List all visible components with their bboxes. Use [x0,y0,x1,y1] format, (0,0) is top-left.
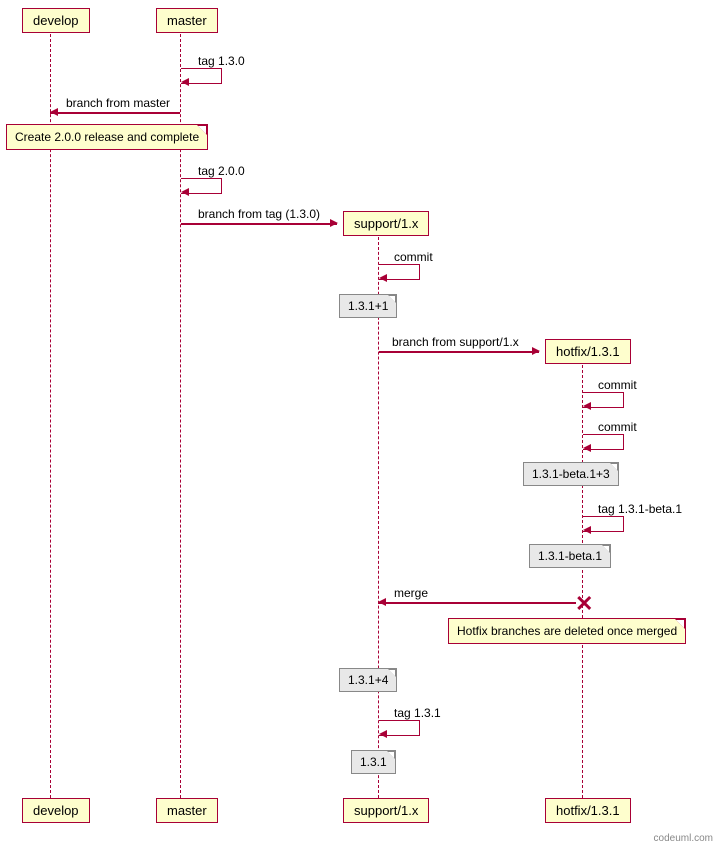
vnote-text: 1.3.1+1 [348,299,388,313]
note-hotfix-deleted: Hotfix branches are deleted once merged [448,618,686,644]
vnote-131: 1.3.1 [351,750,396,774]
arrow-commit-hotfix1 [583,402,591,410]
participant-master-bottom: master [156,798,218,823]
label: master [167,803,207,818]
arrow-commit-hotfix2 [583,444,591,452]
line-branch-from-tag [181,223,337,225]
arrow-merge [378,598,386,606]
msg-commit-hotfix2: commit [598,420,637,434]
participant-support-bottom: support/1.x [343,798,429,823]
participant-develop-bottom: develop [22,798,90,823]
msg-tag131: tag 1.3.1 [394,706,441,720]
arrow-commit-support [379,274,387,282]
msg-tag130: tag 1.3.0 [198,54,245,68]
vnote-text: 1.3.1-beta.1 [538,549,602,563]
label: develop [33,803,79,818]
participant-master-top: master [156,8,218,33]
line-branch-from-support [379,351,539,353]
msg-branch-from-master: branch from master [66,96,170,110]
arrow-branch-from-tag [330,219,338,227]
msg-branch-from-support: branch from support/1.x [392,335,519,349]
vnote-131p4: 1.3.1+4 [339,668,397,692]
participant-hotfix-create: hotfix/1.3.1 [545,339,631,364]
arrow-branch-from-support [532,347,540,355]
label: hotfix/1.3.1 [556,803,620,818]
vnote-text: 1.3.1-beta.1+3 [532,467,610,481]
msg-branch-from-tag: branch from tag (1.3.0) [198,207,320,221]
arrow-tag131b1 [583,526,591,534]
label: support/1.x [354,216,418,231]
vnote-text: 1.3.1 [360,755,387,769]
note-text: Hotfix branches are deleted once merged [457,624,677,638]
footer-link: codeuml.com [654,833,713,844]
vnote-131b1p3: 1.3.1-beta.1+3 [523,462,619,486]
arrow-tag131 [379,730,387,738]
msg-tag131b1: tag 1.3.1-beta.1 [598,502,682,516]
label: develop [33,13,79,28]
lifeline-hotfix [582,360,583,798]
label: support/1.x [354,803,418,818]
label: hotfix/1.3.1 [556,344,620,359]
participant-support-create: support/1.x [343,211,429,236]
vnote-131b1: 1.3.1-beta.1 [529,544,611,568]
msg-commit-hotfix1: commit [598,378,637,392]
arrow-tag130 [181,78,189,86]
destroy-hotfix: ✕ [575,597,593,611]
vnote-text: 1.3.1+4 [348,673,388,687]
vnote-131p1: 1.3.1+1 [339,294,397,318]
line-merge [378,602,576,604]
note-release: Create 2.0.0 release and complete [6,124,208,150]
participant-develop-top: develop [22,8,90,33]
label: master [167,13,207,28]
msg-merge: merge [394,586,428,600]
arrow-branch-from-master [50,108,58,116]
arrow-tag200 [181,188,189,196]
note-text: Create 2.0.0 release and complete [15,130,199,144]
msg-commit-support: commit [394,250,433,264]
participant-hotfix-bottom: hotfix/1.3.1 [545,798,631,823]
line-branch-from-master [50,112,180,114]
msg-tag200: tag 2.0.0 [198,164,245,178]
